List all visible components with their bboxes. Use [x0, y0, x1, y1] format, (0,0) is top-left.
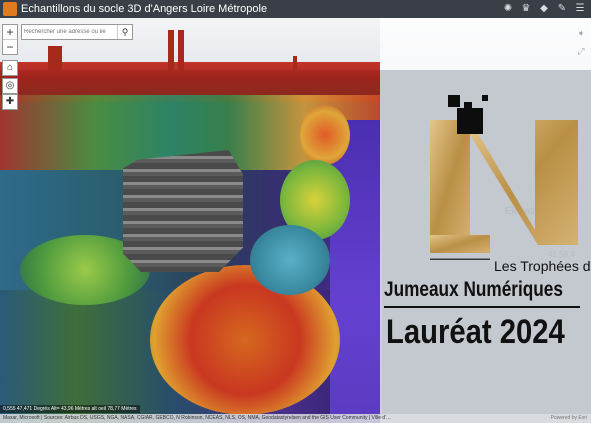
boulevard: [330, 120, 382, 423]
award-line-2: Jumeaux Numériques: [384, 278, 563, 301]
home-button[interactable]: ⌂: [2, 60, 18, 76]
church-spire: [48, 46, 62, 70]
search-widget: ⚲: [21, 24, 133, 40]
zoom-in-button[interactable]: +: [3, 25, 17, 39]
app-logo-icon: [3, 2, 17, 16]
zoom-out-button[interactable]: −: [3, 39, 17, 54]
tree-canopy: [250, 225, 330, 295]
church-spire: [293, 56, 297, 72]
award-line-1: Les Trophées des: [494, 258, 591, 274]
list-icon[interactable]: ☰: [574, 3, 586, 15]
navigation-toggle-button[interactable]: ✚: [2, 94, 18, 110]
compass-icon[interactable]: ➧: [574, 26, 588, 40]
logo-pixel: [448, 95, 460, 107]
logo-pixel: [482, 95, 488, 101]
attribution-bar: Maxar, Microsoft | Sources: Airbus DS, U…: [0, 414, 591, 423]
fullscreen-icon[interactable]: ⤢: [574, 44, 588, 58]
zoom-control: + −: [2, 24, 18, 55]
round-building: [123, 150, 243, 272]
app-header: Echantillons du socle 3D d'Angers Loire …: [0, 0, 591, 18]
locate-button[interactable]: ◎: [2, 78, 18, 94]
edit-icon[interactable]: ✎: [556, 3, 568, 15]
search-input[interactable]: [24, 25, 116, 39]
layers-icon[interactable]: ♛: [520, 3, 532, 15]
attribution-text: Maxar, Microsoft | Sources: Airbus DS, U…: [3, 415, 392, 421]
powered-by-link[interactable]: Powered by Esri: [551, 414, 587, 423]
cathedral-spire: [168, 30, 174, 72]
award-line-3: Lauréat 2024: [386, 313, 565, 351]
search-icon[interactable]: ⚲: [117, 25, 132, 39]
cathedral-spire: [178, 30, 184, 72]
coordinates-readout: 0,555 47,471 Degrés Alt= 43,96 Mètres al…: [0, 405, 140, 413]
tree-canopy: [300, 105, 350, 165]
award-divider: [384, 306, 580, 308]
logo-pixel: [457, 108, 483, 134]
settings-icon[interactable]: ✺: [502, 3, 514, 15]
award-logo: [430, 120, 578, 260]
basemap-icon[interactable]: ◆: [538, 3, 550, 15]
app-title: Echantillons du socle 3D d'Angers Loire …: [21, 3, 268, 15]
